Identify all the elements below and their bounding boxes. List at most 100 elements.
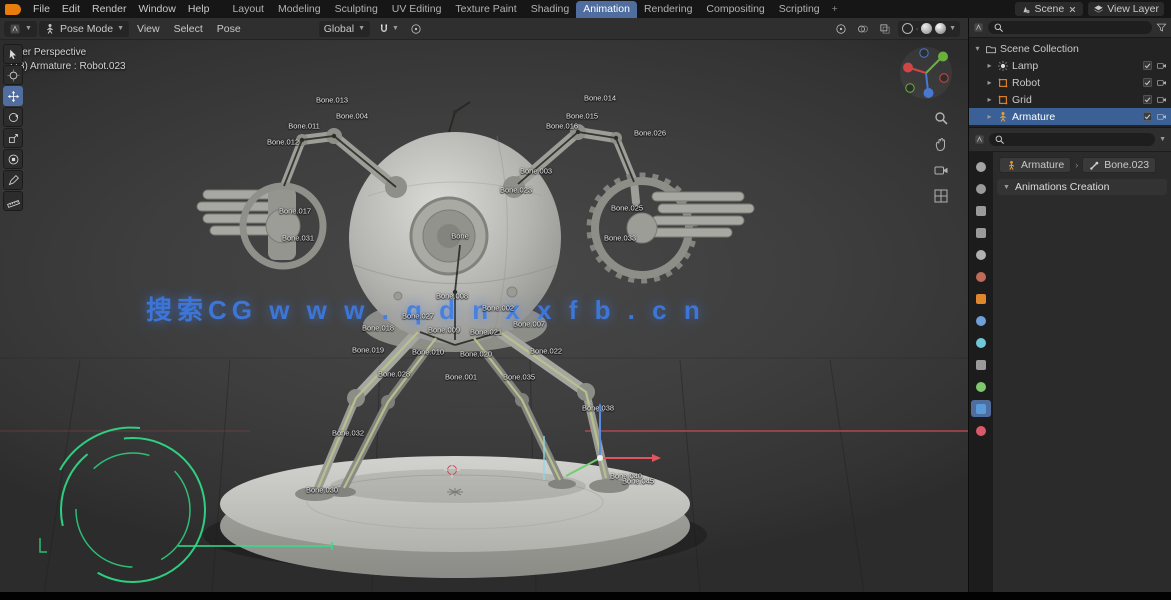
outliner-row-scene-collection[interactable]: ▾Scene Collection	[969, 40, 1171, 57]
outliner-row-toggles	[1142, 77, 1167, 88]
transform-orientation-selector[interactable]: Global ▼	[319, 21, 370, 37]
menu-window[interactable]: Window	[132, 0, 181, 18]
video-watermark: 搜索CG w w w . q d n x x f b . c n	[146, 290, 705, 327]
proportional-editing-toggle[interactable]	[407, 22, 425, 36]
navigation-gizmo[interactable]	[898, 45, 954, 101]
disclosure-icon[interactable]: ▸	[985, 95, 994, 104]
scene-tab[interactable]	[971, 246, 991, 263]
viewport-3d[interactable]: 搜索CG w w w . q d n x x f b . c n	[0, 40, 968, 592]
tool-tab[interactable]	[971, 158, 991, 175]
output-tab[interactable]	[971, 202, 991, 219]
outliner-row-grid[interactable]: ▸Grid	[969, 91, 1171, 108]
editor-type-selector[interactable]: ▼	[4, 21, 37, 37]
render-visibility-icon[interactable]	[1156, 77, 1167, 88]
render-visibility-icon[interactable]	[1156, 94, 1167, 105]
workspace-tab-rendering[interactable]: Rendering	[637, 1, 699, 18]
editor-properties-icon[interactable]	[974, 134, 985, 145]
render-tab[interactable]	[971, 180, 991, 197]
filter-icon[interactable]	[1156, 22, 1167, 33]
grid-icon[interactable]	[933, 188, 949, 204]
modifiers-tab[interactable]	[971, 312, 991, 329]
mode-selector[interactable]: Pose Mode ▼	[39, 21, 129, 37]
add-workspace-button[interactable]: +	[827, 1, 843, 18]
workspace-tab-modeling[interactable]: Modeling	[271, 1, 328, 18]
measure-icon	[7, 195, 20, 208]
menu-view[interactable]: View	[131, 18, 166, 40]
move-tool[interactable]	[3, 86, 23, 106]
menu-render[interactable]: Render	[86, 0, 132, 18]
close-icon[interactable]	[1067, 4, 1078, 15]
material-icon	[976, 426, 986, 436]
chevron-down-icon[interactable]: ▼	[1159, 136, 1166, 143]
chevron-down-icon[interactable]: ▼	[949, 25, 956, 32]
bone-tab[interactable]	[971, 400, 991, 417]
workspace-tab-layout[interactable]: Layout	[225, 1, 271, 18]
shading-rendered-icon[interactable]	[935, 23, 946, 34]
menu-file[interactable]: File	[27, 0, 56, 18]
constraints-tab[interactable]	[971, 356, 991, 373]
menu-help[interactable]: Help	[182, 0, 216, 18]
workspace-tab-animation[interactable]: Animation	[576, 1, 637, 18]
object-data-tab[interactable]	[971, 378, 991, 395]
snap-toggle[interactable]: ▼	[375, 22, 402, 36]
measure-tool[interactable]	[3, 191, 23, 211]
properties-search-input[interactable]	[989, 133, 1155, 146]
chevron-down-icon: ▼	[117, 25, 124, 32]
viewport-header: ▼ Pose Mode ▼ View Select Pose Global ▼ …	[0, 18, 968, 40]
blender-logo-icon[interactable]	[5, 4, 21, 15]
checkbox-icon[interactable]	[1142, 60, 1153, 71]
breadcrumb-armature[interactable]: Armature	[999, 157, 1071, 173]
outliner-row-armature[interactable]: ▸Armature	[969, 108, 1171, 125]
disclosure-icon[interactable]: ▸	[985, 61, 994, 70]
xray-toggle[interactable]	[876, 22, 894, 36]
editor-3d-icon	[9, 23, 21, 35]
disclosure-icon[interactable]: ▸	[985, 112, 994, 121]
world-tab[interactable]	[971, 268, 991, 285]
render-visibility-icon[interactable]	[1156, 111, 1167, 122]
workspace-tab-texture-paint[interactable]: Texture Paint	[448, 1, 523, 18]
disclosure-icon[interactable]: ▾	[973, 44, 982, 53]
checkbox-icon[interactable]	[1142, 77, 1153, 88]
annotate-tool[interactable]	[3, 170, 23, 190]
outliner-search-input[interactable]	[988, 21, 1152, 34]
magnifier-icon[interactable]	[933, 110, 949, 126]
shading-material-icon[interactable]	[921, 23, 932, 34]
shading-wireframe-icon[interactable]	[902, 23, 913, 34]
checkbox-icon[interactable]	[1142, 94, 1153, 105]
disclosure-icon[interactable]: ▸	[985, 78, 994, 87]
view-layer-name: View Layer	[1107, 3, 1159, 15]
show-gizmo-toggle[interactable]	[832, 22, 850, 36]
panel-header[interactable]: ▼ Animations Creation	[997, 179, 1167, 195]
hand-icon[interactable]	[933, 136, 949, 152]
transform-tool[interactable]	[3, 149, 23, 169]
workspace-tab-compositing[interactable]: Compositing	[699, 1, 771, 18]
select-box-tool[interactable]	[3, 44, 23, 64]
outliner-row-lamp[interactable]: ▸Lamp	[969, 57, 1171, 74]
camera-icon[interactable]	[933, 162, 949, 178]
physics-tab[interactable]	[971, 334, 991, 351]
breadcrumb-bone[interactable]: Bone.023	[1082, 157, 1156, 173]
workspace-tab-sculpting[interactable]: Sculpting	[328, 1, 385, 18]
show-overlays-toggle[interactable]	[854, 22, 872, 36]
workspace-tab-shading[interactable]: Shading	[524, 1, 577, 18]
render-visibility-icon[interactable]	[1156, 60, 1167, 71]
cursor-tool[interactable]	[3, 65, 23, 85]
rotate-tool[interactable]	[3, 107, 23, 127]
rotate-icon	[7, 111, 20, 124]
view-layer-selector[interactable]: View Layer	[1088, 2, 1164, 16]
view-layer-tab[interactable]	[971, 224, 991, 241]
scene-selector[interactable]: Scene	[1015, 2, 1083, 16]
material-tab[interactable]	[971, 422, 991, 439]
menu-pose[interactable]: Pose	[211, 18, 247, 40]
workspace-tab-scripting[interactable]: Scripting	[772, 1, 827, 18]
shading-solid-active[interactable]	[916, 28, 918, 30]
checkbox-icon[interactable]	[1142, 111, 1153, 122]
outliner-row-robot[interactable]: ▸Robot	[969, 74, 1171, 91]
workspace-tab-uv-editing[interactable]: UV Editing	[385, 1, 449, 18]
object-tab[interactable]	[971, 290, 991, 307]
menu-edit[interactable]: Edit	[56, 0, 86, 18]
scale-tool[interactable]	[3, 128, 23, 148]
editor-outliner-icon[interactable]	[973, 22, 984, 33]
blender-window: FileEditRenderWindowHelp LayoutModelingS…	[0, 0, 1171, 600]
menu-select[interactable]: Select	[168, 18, 209, 40]
